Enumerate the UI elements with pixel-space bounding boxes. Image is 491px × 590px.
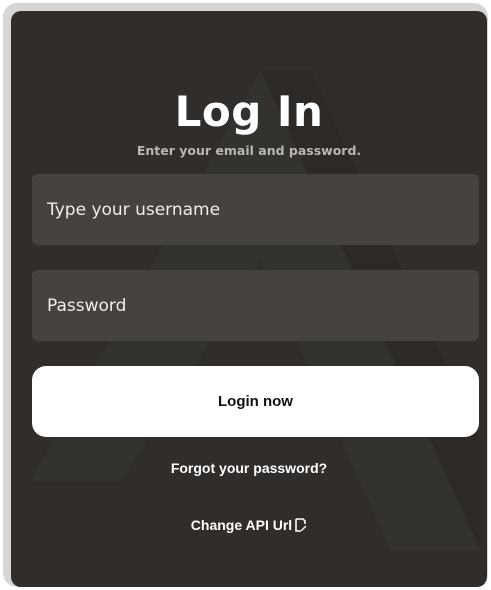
password-placeholder: Password bbox=[47, 295, 127, 316]
login-card: Log In Enter your email and password. Ty… bbox=[11, 11, 487, 587]
username-placeholder: Type your username bbox=[47, 199, 221, 220]
username-input[interactable]: Type your username bbox=[32, 174, 479, 245]
login-button[interactable]: Login now bbox=[32, 366, 479, 437]
change-api-label: Change API Url bbox=[190, 517, 293, 533]
page-title: Log In bbox=[174, 87, 324, 136]
password-input[interactable]: Password bbox=[32, 270, 479, 341]
window-frame: Log In Enter your email and password. Ty… bbox=[3, 3, 488, 587]
change-api-url-link[interactable]: Change API Url bbox=[11, 517, 487, 533]
page-subtitle: Enter your email and password. bbox=[136, 143, 362, 158]
edit-document-icon bbox=[295, 518, 307, 532]
forgot-password-link[interactable]: Forgot your password? bbox=[11, 460, 487, 476]
